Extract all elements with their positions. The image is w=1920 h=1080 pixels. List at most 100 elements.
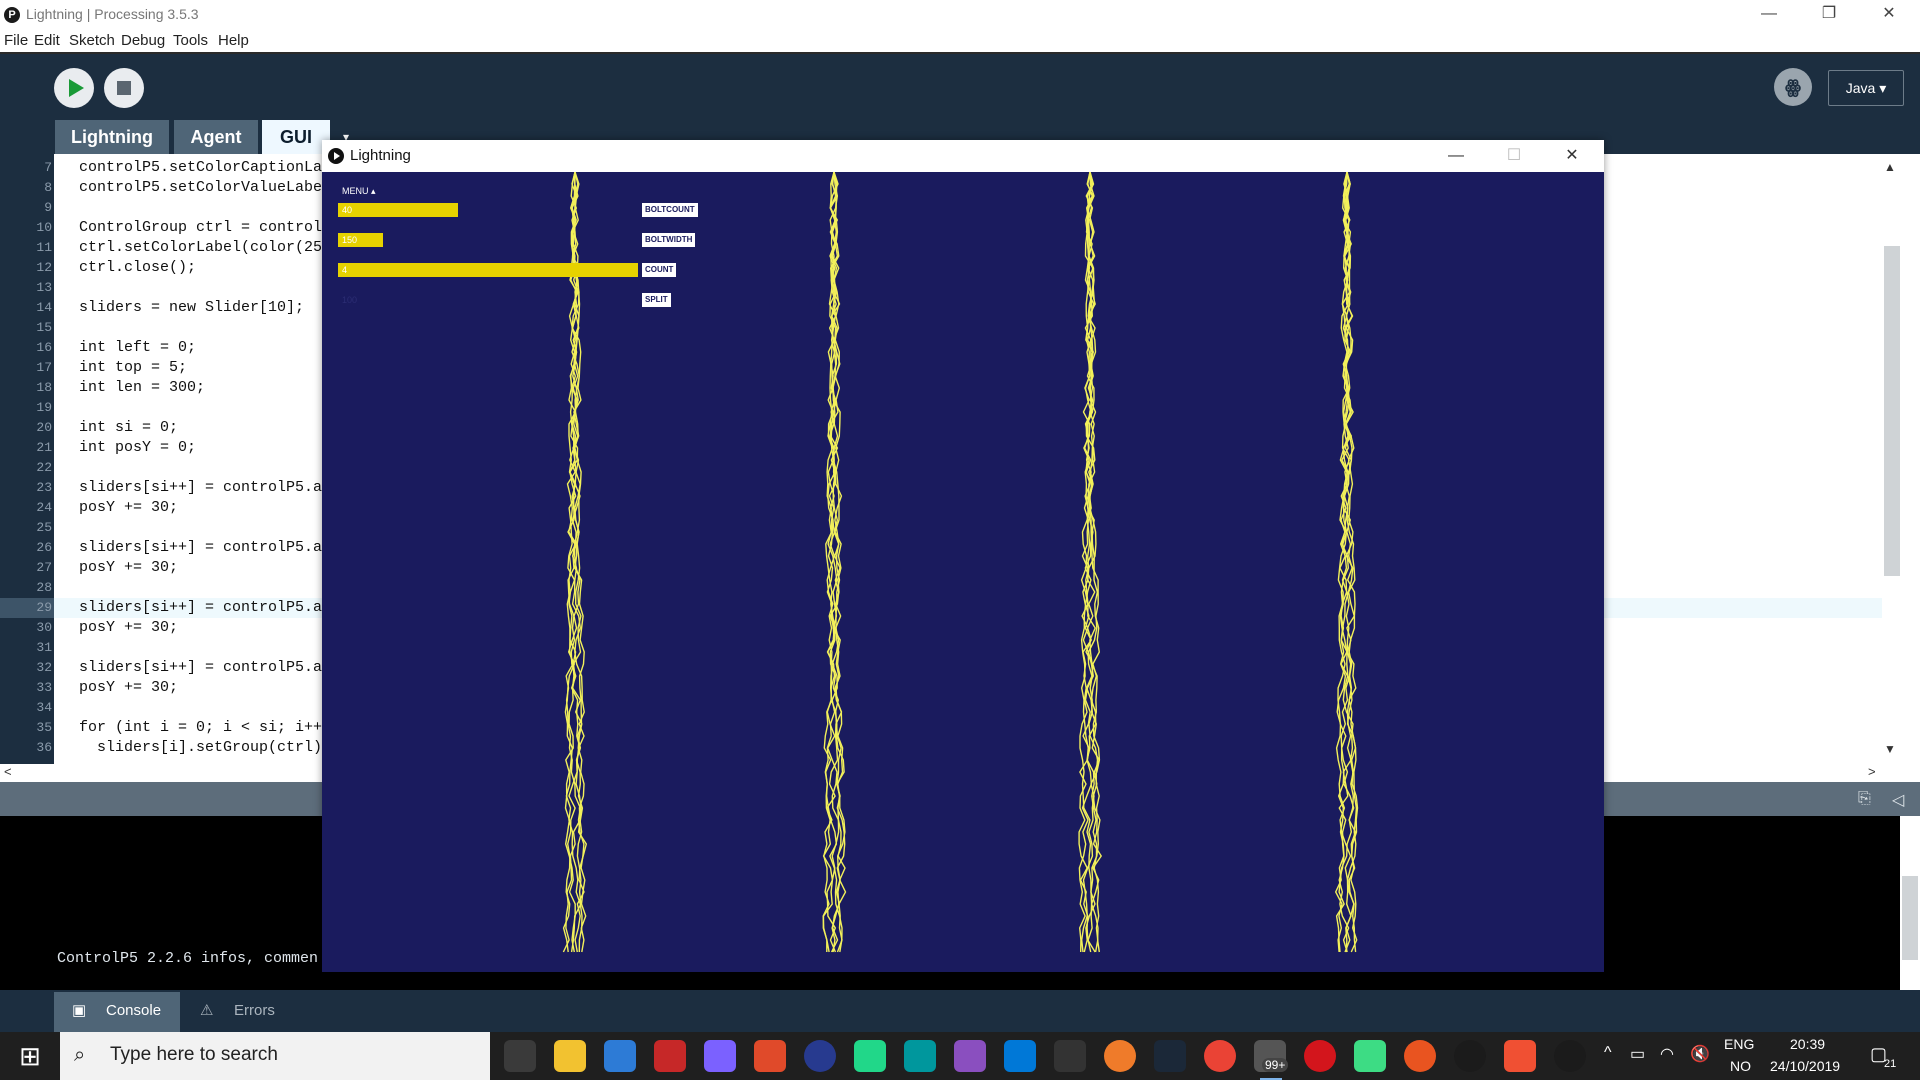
search-icon: ⌕ xyxy=(74,1044,86,1066)
debug-butterfly-icon[interactable]: ꙮ xyxy=(1774,68,1812,106)
code-line[interactable]: controlP5.setColorCaptionLa xyxy=(79,158,322,178)
code-line[interactable]: sliders = new Slider[10]; xyxy=(79,298,304,318)
eclipse-icon[interactable] xyxy=(804,1040,836,1072)
language-top[interactable]: ENG xyxy=(1724,1036,1754,1052)
stop-button[interactable] xyxy=(104,68,144,108)
code-line[interactable]: int left = 0; xyxy=(79,338,196,358)
line-number: 25 xyxy=(36,520,52,535)
git-icon[interactable] xyxy=(1504,1040,1536,1072)
code-line[interactable]: posY += 30; xyxy=(79,558,178,578)
epic-games-icon[interactable] xyxy=(1054,1040,1086,1072)
slider-boltcount-fill[interactable] xyxy=(338,203,458,217)
run-button[interactable] xyxy=(54,68,94,108)
pycharm-icon[interactable] xyxy=(854,1040,886,1072)
slider-boltcount-label[interactable]: BOLTCOUNT xyxy=(642,203,698,217)
console-scroll-thumb[interactable] xyxy=(1902,876,1918,960)
line-number: 15 xyxy=(36,320,52,335)
tray-expand-icon[interactable]: ^ xyxy=(1604,1044,1612,1062)
android-studio-icon[interactable] xyxy=(1354,1040,1386,1072)
clock-date[interactable]: 24/10/2019 xyxy=(1770,1058,1840,1074)
line-number: 36 xyxy=(36,740,52,755)
code-line[interactable]: ctrl.close(); xyxy=(79,258,196,278)
code-line[interactable]: for (int i = 0; i < si; i++ xyxy=(79,718,322,738)
line-number: 11 xyxy=(36,240,52,255)
visual-studio-icon[interactable] xyxy=(954,1040,986,1072)
gift-icon[interactable] xyxy=(654,1040,686,1072)
mail-badge: 99+ xyxy=(1262,1058,1289,1072)
code-line[interactable]: sliders[si++] = controlP5.a xyxy=(79,658,322,678)
editor-scroll-thumb[interactable] xyxy=(1884,246,1900,576)
mode-selector[interactable]: Java ▾ xyxy=(1828,70,1904,106)
store-icon[interactable] xyxy=(604,1040,636,1072)
lightning-canvas[interactable] xyxy=(322,172,1604,972)
line-number: 9 xyxy=(44,200,52,215)
restore-icon[interactable]: ❐ xyxy=(1800,0,1858,30)
line-number: 7 xyxy=(44,160,52,175)
slider-split-label[interactable]: SPLIT xyxy=(642,293,671,307)
code-line[interactable]: int posY = 0; xyxy=(79,438,196,458)
windows-start-icon[interactable]: ⊞ xyxy=(0,1032,60,1080)
opera-icon[interactable] xyxy=(1304,1040,1336,1072)
task-view-icon[interactable] xyxy=(504,1040,536,1072)
console-icon: ▣ xyxy=(72,1002,87,1019)
console-tab[interactable]: Console xyxy=(106,990,161,1032)
code-line[interactable]: int top = 5; xyxy=(79,358,187,378)
collapse-console-icon[interactable]: ◁ xyxy=(1892,790,1904,810)
menu-edit[interactable]: Edit xyxy=(34,32,60,49)
cp5-menu-toggle[interactable]: MENU ▴ xyxy=(342,186,376,197)
vscode-icon[interactable] xyxy=(1004,1040,1036,1072)
steam-icon[interactable] xyxy=(1154,1040,1186,1072)
code-line[interactable]: controlP5.setColorValueLabe xyxy=(79,178,322,198)
sketch-close-icon[interactable]: ✕ xyxy=(1543,140,1601,172)
code-line[interactable]: posY += 30; xyxy=(79,618,178,638)
wifi-icon[interactable]: ◠ xyxy=(1660,1044,1674,1064)
sketch-minimize-icon[interactable]: — xyxy=(1427,140,1485,172)
app-icon[interactable] xyxy=(754,1040,786,1072)
tab-agent[interactable]: Agent xyxy=(174,120,258,154)
menu-debug[interactable]: Debug xyxy=(121,32,165,49)
slider-boltwidth-label[interactable]: BOLTWIDTH xyxy=(642,233,696,247)
battery-icon[interactable]: ▭ xyxy=(1630,1044,1645,1064)
menu-sketch[interactable]: Sketch xyxy=(69,32,115,49)
clock-time[interactable]: 20:39 xyxy=(1790,1036,1825,1052)
close-icon[interactable]: ✕ xyxy=(1860,0,1918,30)
line-number: 21 xyxy=(36,440,52,455)
code-line[interactable]: posY += 30; xyxy=(79,678,178,698)
code-line[interactable]: sliders[si++] = controlP5.a xyxy=(79,538,322,558)
processing-run-icon[interactable] xyxy=(1554,1040,1586,1072)
code-line[interactable]: int len = 300; xyxy=(79,378,205,398)
copy-console-icon[interactable]: ⎘ xyxy=(1858,790,1871,808)
warning-icon: ⚠ xyxy=(200,1002,214,1019)
tab-lightning[interactable]: Lightning xyxy=(55,120,169,154)
scroll-up-icon[interactable]: ▲ xyxy=(1884,160,1896,174)
app-icon[interactable] xyxy=(704,1040,736,1072)
line-number: 22 xyxy=(36,460,52,475)
scroll-right-icon[interactable]: > xyxy=(1868,764,1876,779)
code-line[interactable]: ControlGroup ctrl = control xyxy=(79,218,322,238)
arduino-icon[interactable] xyxy=(904,1040,936,1072)
code-line[interactable]: sliders[si++] = controlP5.a xyxy=(79,478,322,498)
code-line[interactable]: int si = 0; xyxy=(79,418,178,438)
blender-icon[interactable] xyxy=(1104,1040,1136,1072)
scroll-left-icon[interactable]: < xyxy=(4,764,12,779)
language-bottom[interactable]: NO xyxy=(1730,1058,1751,1074)
chrome-icon[interactable] xyxy=(1204,1040,1236,1072)
menu-tools[interactable]: Tools xyxy=(173,32,208,49)
volume-muted-icon[interactable]: 🔇 xyxy=(1690,1044,1710,1064)
scroll-down-icon[interactable]: ▼ xyxy=(1884,742,1896,756)
processing-icon[interactable] xyxy=(1454,1040,1486,1072)
slider-count-label[interactable]: COUNT xyxy=(642,263,677,277)
code-line[interactable]: sliders[i].setGroup(ctrl) xyxy=(79,738,322,758)
menu-help[interactable]: Help xyxy=(218,32,249,49)
errors-tab[interactable]: Errors xyxy=(234,990,275,1032)
code-line[interactable]: posY += 30; xyxy=(79,498,178,518)
menu-file[interactable]: File xyxy=(4,32,28,49)
file-explorer-icon[interactable] xyxy=(554,1040,586,1072)
code-line[interactable]: sliders[si++] = controlP5.a xyxy=(79,598,322,618)
ubuntu-icon[interactable] xyxy=(1404,1040,1436,1072)
tab-gui[interactable]: GUI xyxy=(262,120,330,154)
slider-count-fill[interactable] xyxy=(338,263,638,277)
code-line[interactable]: ctrl.setColorLabel(color(25 xyxy=(79,238,322,258)
minimize-icon[interactable]: — xyxy=(1740,0,1798,30)
sketch-maximize-icon[interactable]: ☐ xyxy=(1485,140,1543,172)
